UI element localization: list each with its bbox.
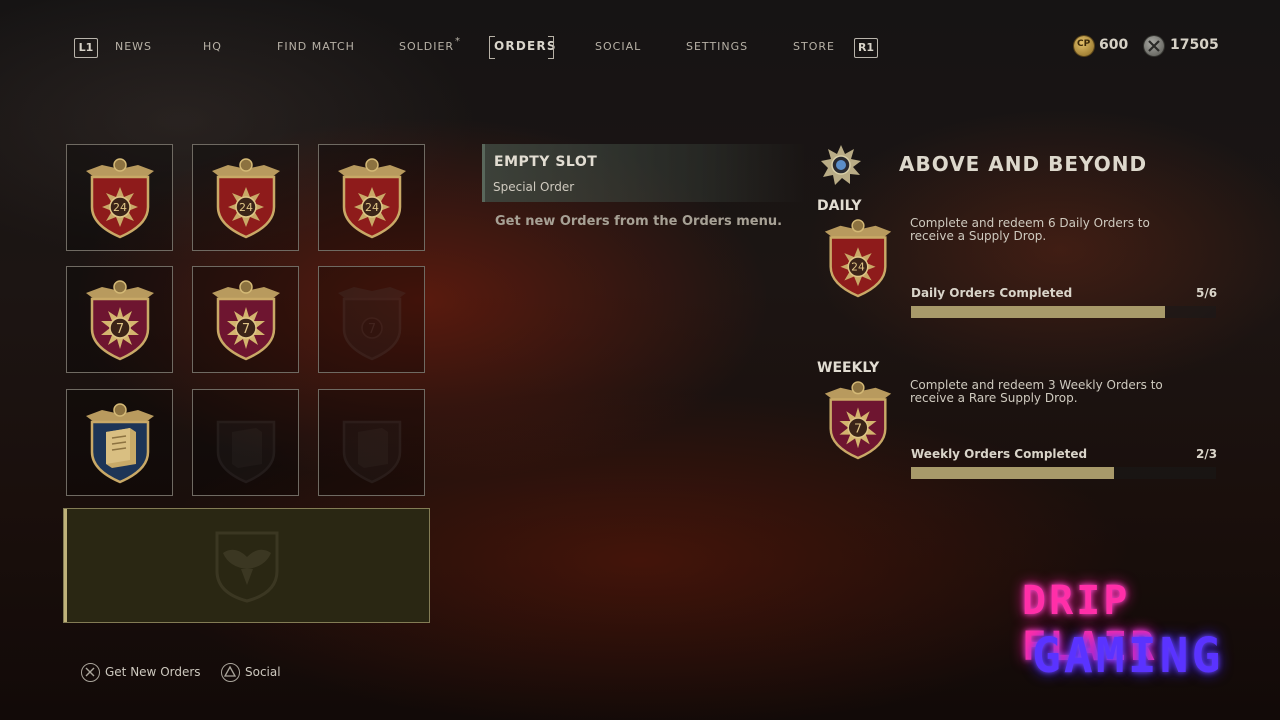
armory-credits-icon	[1144, 36, 1164, 56]
nav-news[interactable]: NEWS	[115, 40, 152, 53]
watermark-line-2: GAMING	[1032, 628, 1224, 684]
selected-slot-subtitle: Special Order	[493, 180, 575, 194]
contract-order-badge-icon	[86, 403, 154, 484]
nav-soldier[interactable]: SOLDIER	[399, 40, 454, 53]
eagle-crest-icon	[215, 531, 279, 603]
contract-order-placeholder-icon	[216, 420, 276, 484]
daily-order-badge-icon: 24	[86, 158, 154, 239]
nav-hq[interactable]: HQ	[203, 40, 222, 53]
selected-slot-header: EMPTY SLOT Special Order	[482, 144, 805, 202]
cp-balance: 600	[1099, 37, 1129, 53]
selected-slot-hint: Get new Orders from the Orders menu.	[495, 214, 783, 229]
order-slot[interactable]: 7	[192, 266, 299, 373]
daily-order-badge-icon: 24	[824, 219, 892, 298]
l1-button[interactable]: L1	[74, 38, 98, 58]
order-slot-empty[interactable]	[192, 389, 299, 496]
daily-order-badge-icon: 24	[338, 158, 406, 239]
nav-store[interactable]: STORE	[793, 40, 835, 53]
order-slot[interactable]	[66, 389, 173, 496]
daily-order-badge-icon: 24	[212, 158, 280, 239]
selection-edge	[64, 509, 67, 622]
daily-progress-count: 5/6	[1196, 286, 1218, 300]
triangle-button-icon	[221, 663, 240, 682]
armory-credits-balance: 17505	[1170, 37, 1219, 53]
get-new-orders-prompt[interactable]: Get New Orders	[105, 665, 201, 679]
weekly-progress-count: 2/3	[1196, 447, 1218, 461]
order-slot[interactable]: 24	[192, 144, 299, 251]
r1-button[interactable]: R1	[854, 38, 878, 58]
nav-social[interactable]: SOCIAL	[595, 40, 641, 53]
contract-order-placeholder-icon	[342, 420, 402, 484]
weekly-progress-bar	[911, 467, 1216, 479]
daily-progress-fill	[911, 306, 1166, 318]
svg-text:24: 24	[365, 201, 379, 214]
special-order-slot[interactable]	[63, 508, 430, 623]
svg-text:24: 24	[113, 201, 127, 214]
weekly-description: Complete and redeem 3 Weekly Orders to r…	[910, 378, 1163, 405]
weekly-order-badge-icon: 7	[86, 280, 154, 361]
daily-heading: DAILY	[817, 198, 862, 214]
medal-star-icon	[821, 145, 861, 185]
cross-button-icon	[81, 663, 100, 682]
active-tab-bracket-right	[548, 36, 554, 59]
weekly-heading: WEEKLY	[817, 360, 880, 376]
order-slot[interactable]: 24	[66, 144, 173, 251]
order-slot-empty[interactable]	[318, 389, 425, 496]
above-and-beyond-title: ABOVE AND BEYOND	[899, 152, 1148, 176]
weekly-order-placeholder-icon: 7	[338, 287, 406, 361]
svg-text:7: 7	[116, 322, 124, 337]
weekly-progress-label: Weekly Orders Completed	[911, 447, 1088, 461]
svg-text:24: 24	[851, 261, 865, 274]
nav-find-match[interactable]: FIND MATCH	[277, 40, 355, 53]
weekly-order-badge-icon: 7	[824, 381, 892, 460]
daily-progress-bar	[911, 306, 1216, 318]
cp-coin-icon: CP	[1074, 36, 1094, 56]
new-item-star-icon: *	[455, 36, 460, 47]
order-slot[interactable]: 7	[66, 266, 173, 373]
order-slot[interactable]: 24	[318, 144, 425, 251]
svg-text:7: 7	[368, 322, 376, 337]
svg-text:7: 7	[854, 421, 862, 436]
weekly-order-badge-icon: 7	[212, 280, 280, 361]
daily-description: Complete and redeem 6 Daily Orders to re…	[910, 216, 1150, 243]
daily-progress-label: Daily Orders Completed	[911, 286, 1073, 300]
weekly-progress-fill	[911, 467, 1115, 479]
selected-slot-title: EMPTY SLOT	[494, 154, 598, 170]
nav-settings[interactable]: SETTINGS	[686, 40, 748, 53]
svg-text:7: 7	[242, 322, 250, 337]
social-prompt[interactable]: Social	[245, 665, 281, 679]
order-slot-empty[interactable]: 7	[318, 266, 425, 373]
svg-text:24: 24	[239, 201, 253, 214]
